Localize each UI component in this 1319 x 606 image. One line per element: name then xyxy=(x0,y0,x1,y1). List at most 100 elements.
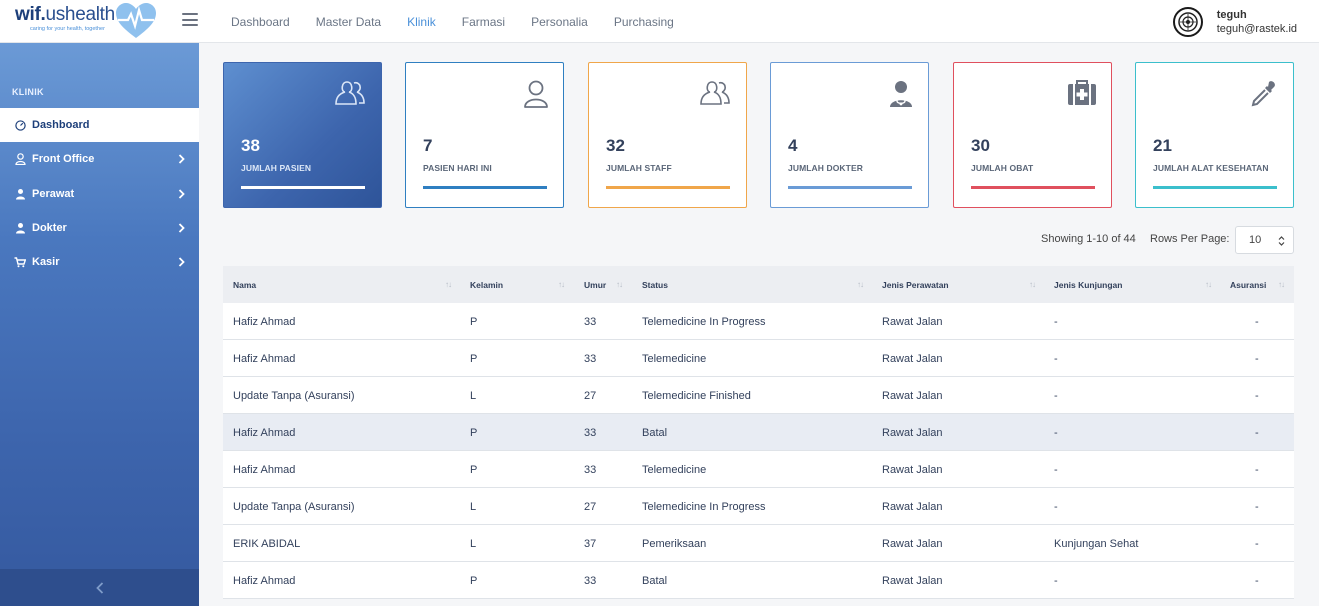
cell-status: Telemedicine xyxy=(642,463,707,476)
cell-status: Telemedicine xyxy=(642,352,707,365)
chevron-right-icon xyxy=(178,257,185,267)
stat-label: JUMLAH ALAT KESEHATAN xyxy=(1153,163,1269,173)
cell-kelamin: P xyxy=(470,352,478,365)
eyedropper-icon xyxy=(1251,81,1275,107)
nav-farmasi[interactable]: Farmasi xyxy=(462,15,505,29)
column-header-jenis-kunjungan[interactable]: Jenis Kunjungan xyxy=(1054,266,1122,303)
cell-nama: ERIK ABIDAL xyxy=(233,537,301,550)
doctor-icon xyxy=(890,81,912,107)
cell-jenis-kunjungan: - xyxy=(1054,315,1058,328)
users-icon xyxy=(700,81,730,105)
cell-asuransi: - xyxy=(1255,574,1259,587)
stat-value: 4 xyxy=(788,136,798,155)
sidebar-item-dokter[interactable]: Dokter xyxy=(0,211,199,245)
menu-toggle-icon[interactable] xyxy=(182,13,198,27)
cell-jenis-perawatan: Rawat Jalan xyxy=(882,574,943,587)
sidebar-item-front-office[interactable]: Front Office xyxy=(0,142,199,176)
sort-icon[interactable]: ↑↓ xyxy=(1029,280,1036,289)
table-row[interactable]: ERIK ABIDAL L 37 Pemeriksaan Rawat Jalan… xyxy=(223,525,1294,562)
stat-label: JUMLAH PASIEN xyxy=(241,163,312,173)
table-row[interactable]: Hafiz Ahmad P 33 Batal Rawat Jalan - - xyxy=(223,562,1294,599)
cell-jenis-perawatan: Rawat Jalan xyxy=(882,426,943,439)
stat-card-jumlah-staff[interactable]: 32 JUMLAH STAFF xyxy=(588,62,747,208)
column-header-asuransi[interactable]: Asuransi xyxy=(1230,266,1266,303)
cell-umur: 33 xyxy=(584,352,597,365)
stat-value: 21 xyxy=(1153,136,1172,155)
sidebar-item-label: Perawat xyxy=(32,188,75,200)
stat-label: JUMLAH DOKTER xyxy=(788,163,863,173)
sidebar-item-label: Dashboard xyxy=(32,119,90,131)
stat-accent-bar xyxy=(971,186,1095,189)
cell-kelamin: L xyxy=(470,500,477,513)
column-header-nama[interactable]: Nama xyxy=(233,266,256,303)
cell-nama: Hafiz Ahmad xyxy=(233,352,296,365)
cell-nama: Update Tanpa (Asuransi) xyxy=(233,389,355,402)
stat-value: 30 xyxy=(971,136,990,155)
table-row[interactable]: Update Tanpa (Asuransi) L 27 Telemedicin… xyxy=(223,377,1294,414)
sidebar-item-perawat[interactable]: Perawat xyxy=(0,177,199,211)
avatar[interactable] xyxy=(1172,7,1203,37)
cell-umur: 33 xyxy=(584,426,597,439)
logo[interactable]: wif.ushealth caring for your health, tog… xyxy=(14,2,184,40)
gauge-icon xyxy=(14,119,26,131)
table-row[interactable]: Hafiz Ahmad P 33 Telemedicine Rawat Jala… xyxy=(223,340,1294,377)
stat-card-jumlah-pasien[interactable]: 38 JUMLAH PASIEN xyxy=(223,62,382,208)
cell-status: Batal xyxy=(642,574,668,587)
user-menu[interactable]: teguh teguh@rastek.id xyxy=(1172,6,1297,38)
cell-jenis-kunjungan: - xyxy=(1054,352,1058,365)
sort-icon[interactable]: ↑↓ xyxy=(445,280,452,289)
nurse-icon xyxy=(14,188,26,200)
sort-icon[interactable]: ↑↓ xyxy=(1278,280,1285,289)
sort-arrows-icon xyxy=(1278,236,1285,246)
column-header-kelamin[interactable]: Kelamin xyxy=(470,266,503,303)
user-email: teguh@rastek.id xyxy=(1216,23,1297,35)
sidebar-item-dashboard[interactable]: Dashboard xyxy=(0,108,199,142)
sort-icon[interactable]: ↑↓ xyxy=(616,280,623,289)
emblem-icon xyxy=(1177,12,1198,32)
cell-kelamin: L xyxy=(470,389,477,402)
cart-icon xyxy=(14,256,26,268)
table-row[interactable]: Update Tanpa (Asuransi) L 27 Telemedicin… xyxy=(223,488,1294,525)
cell-kelamin: L xyxy=(470,537,477,550)
chevron-right-icon xyxy=(178,189,185,199)
sort-icon[interactable]: ↑↓ xyxy=(857,280,864,289)
sidebar-item-kasir[interactable]: Kasir xyxy=(0,245,199,279)
stat-label: PASIEN HARI INI xyxy=(423,163,492,173)
cell-umur: 33 xyxy=(584,315,597,328)
nav-personalia[interactable]: Personalia xyxy=(531,15,588,29)
cell-status: Telemedicine In Progress xyxy=(642,500,766,513)
stat-card-jumlah-dokter[interactable]: 4 JUMLAH DOKTER xyxy=(770,62,929,208)
column-header-umur[interactable]: Umur xyxy=(584,266,606,303)
nav-klinik[interactable]: Klinik xyxy=(407,15,436,29)
stat-card-pasien-hari-ini[interactable]: 7 PASIEN HARI INI xyxy=(405,62,564,208)
sort-icon[interactable]: ↑↓ xyxy=(558,280,565,289)
sort-icon[interactable]: ↑↓ xyxy=(1205,280,1212,289)
table-row[interactable]: Hafiz Ahmad P 33 Telemedicine Rawat Jala… xyxy=(223,451,1294,488)
cell-nama: Hafiz Ahmad xyxy=(233,426,296,439)
pagination-summary: Showing 1-10 of 44 xyxy=(1041,233,1136,245)
table-row[interactable]: Hafiz Ahmad P 33 Telemedicine In Progres… xyxy=(223,303,1294,340)
table-header: Nama ↑↓ Kelamin ↑↓ Umur ↑↓ Status ↑↓ Jen… xyxy=(223,266,1294,303)
cell-kelamin: P xyxy=(470,315,478,328)
user-icon xyxy=(524,80,548,108)
column-header-status[interactable]: Status xyxy=(642,266,668,303)
rows-per-page-select[interactable]: 10 xyxy=(1235,226,1294,254)
stat-accent-bar xyxy=(606,186,730,189)
table-row[interactable]: Hafiz Ahmad P 33 Batal Rawat Jalan - - xyxy=(223,414,1294,451)
cell-asuransi: - xyxy=(1255,463,1259,476)
cell-jenis-kunjungan: - xyxy=(1054,500,1058,513)
stat-card-jumlah-alat-kesehatan[interactable]: 21 JUMLAH ALAT KESEHATAN xyxy=(1135,62,1294,208)
stat-card-jumlah-obat[interactable]: 30 JUMLAH OBAT xyxy=(953,62,1112,208)
column-header-jenis-perawatan[interactable]: Jenis Perawatan xyxy=(882,266,949,303)
sidebar-collapse-button[interactable] xyxy=(0,569,199,606)
nav-master-data[interactable]: Master Data xyxy=(316,15,381,29)
cell-asuransi: - xyxy=(1255,315,1259,328)
stat-value: 32 xyxy=(606,136,625,155)
medkit-icon xyxy=(1068,80,1096,105)
user-icon xyxy=(14,153,26,165)
nav-dashboard[interactable]: Dashboard xyxy=(231,15,290,29)
cell-jenis-perawatan: Rawat Jalan xyxy=(882,537,943,550)
patient-table: Nama ↑↓ Kelamin ↑↓ Umur ↑↓ Status ↑↓ Jen… xyxy=(223,266,1294,599)
nav-purchasing[interactable]: Purchasing xyxy=(614,15,674,29)
cell-nama: Update Tanpa (Asuransi) xyxy=(233,500,355,513)
